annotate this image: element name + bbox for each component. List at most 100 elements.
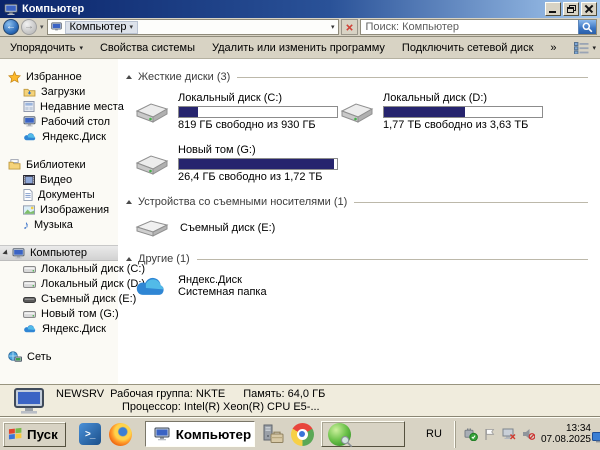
address-dropdown-icon[interactable]: ▾ [331, 23, 335, 31]
location-computer-icon [50, 22, 62, 32]
map-network-drive-button[interactable]: Подключить сетевой диск [402, 42, 533, 54]
search-box[interactable]: Поиск: Компьютер [359, 19, 597, 35]
recent-places-icon [23, 101, 35, 112]
firefox-icon[interactable] [108, 422, 132, 446]
drive-c-tile[interactable]: Локальный диск (C:) 819 ГБ свободно из 9… [134, 92, 339, 132]
back-button[interactable]: ← [3, 19, 19, 35]
sidebar-item-yandex-disk-2[interactable]: Яндекс.Диск [0, 321, 118, 336]
sidebar-item-network[interactable]: Сеть [0, 349, 118, 364]
drive-e-tile[interactable]: Съемный диск (E:) [134, 217, 588, 239]
safely-remove-hardware-icon[interactable] [464, 428, 478, 441]
downloads-folder-icon [23, 87, 36, 97]
drive-name: Съемный диск (E:) [180, 222, 276, 234]
sidebar-item-label: Яндекс.Диск [42, 322, 106, 335]
hard-drive-icon [134, 152, 170, 176]
clock[interactable]: 13:34 07.08.2025 [541, 423, 591, 445]
search-input[interactable]: Поиск: Компьютер [366, 21, 460, 33]
cloud-icon [23, 132, 37, 142]
organize-label: Упорядочить [10, 41, 76, 54]
drive-d-tile[interactable]: Локальный диск (D:) 1,77 ТБ свободно из … [339, 92, 588, 132]
sidebar-item-downloads[interactable]: Загрузки [0, 84, 118, 99]
windows-flag-icon [8, 427, 23, 441]
sidebar-item-disk-g[interactable]: Новый том (G:) [0, 306, 119, 321]
drive-free-space: 26,4 ГБ свободно из 1,72 ТБ [178, 171, 323, 183]
toolbar-overflow-button[interactable]: » [550, 42, 556, 54]
section-title: Жесткие диски (3) [138, 71, 231, 83]
sidebar-item-disk-d[interactable]: Локальный диск (D:) [0, 276, 145, 291]
forward-button[interactable]: → [21, 19, 37, 35]
system-properties-button[interactable]: Свойства системы [100, 42, 195, 54]
chrome-icon[interactable] [290, 422, 314, 446]
computer-icon [12, 387, 46, 415]
sidebar-item-disk-e[interactable]: Съемный диск (E:) [0, 291, 136, 306]
sidebar-item-label: Рабочий стол [41, 115, 111, 128]
breadcrumb-dropdown-icon: ▾ [129, 24, 133, 31]
section-title: Другие (1) [138, 253, 190, 265]
sidebar-item-recent-places[interactable]: Недавние места [0, 99, 124, 114]
breadcrumb-computer[interactable]: Компьютер ▾ [64, 20, 138, 34]
drive-g-tile[interactable]: Новый том (G:) 26,4 ГБ свободно из 1,72 … [134, 144, 339, 184]
section-title: Устройства со съемными носителями (1) [138, 196, 348, 208]
items-view: Жесткие диски (3) Локальный диск (C:) 81… [118, 59, 600, 384]
green-search-tool-icon [327, 422, 353, 447]
expander-icon[interactable] [2, 249, 10, 257]
search-button[interactable] [578, 20, 596, 34]
stop-refresh-button[interactable] [340, 19, 358, 35]
server-manager-icon[interactable] [262, 424, 284, 444]
sidebar-item-music[interactable]: ♪ Музыка [0, 217, 118, 232]
yandex-disk-tile[interactable]: Яндекс.Диск Системная папка [134, 274, 588, 299]
capacity-bar-fill [179, 159, 334, 169]
language-indicator[interactable]: RU [420, 428, 448, 440]
sidebar-item-pictures[interactable]: Изображения [0, 202, 118, 217]
collapse-arrow-icon [126, 257, 132, 261]
sidebar-item-favorites[interactable]: Избранное [0, 69, 118, 84]
nav-history-dropdown-icon[interactable]: ▾ [39, 23, 45, 31]
section-header-other[interactable]: Другие (1) [126, 253, 588, 265]
window-title: Компьютер [22, 3, 85, 15]
views-button[interactable]: ▾ [573, 41, 597, 54]
minimize-button[interactable] [545, 2, 561, 16]
star-icon [8, 70, 21, 83]
system-tray: 13:34 07.08.2025 [454, 420, 597, 448]
task-button-computer[interactable]: Компьютер [144, 421, 255, 447]
sidebar-item-computer[interactable]: Компьютер [0, 245, 118, 261]
film-icon [23, 174, 35, 185]
section-header-removable[interactable]: Устройства со съемными носителями (1) [126, 196, 588, 208]
green-search-tool-button[interactable] [320, 421, 405, 447]
uninstall-program-button[interactable]: Удалить или изменить программу [212, 42, 385, 54]
drive-icon [23, 264, 36, 273]
title-bar[interactable]: Компьютер [0, 0, 600, 18]
drive-free-space: 819 ГБ свободно из 930 ГБ [178, 119, 316, 131]
close-button[interactable] [581, 2, 597, 16]
tray-monitor-icon[interactable] [592, 432, 600, 443]
organize-button[interactable]: Упорядочить ▾ [10, 42, 83, 54]
sidebar-item-label: Избранное [26, 70, 82, 83]
breadcrumb-label: Компьютер [69, 21, 127, 33]
document-icon [23, 188, 33, 201]
sidebar-item-desktop[interactable]: Рабочий стол [0, 114, 118, 129]
views-dropdown-icon: ▾ [592, 44, 597, 52]
address-bar[interactable]: Компьютер ▾ ▾ [46, 19, 339, 35]
action-center-flag-icon[interactable] [484, 428, 496, 441]
hard-drive-icon [134, 100, 170, 124]
capacity-bar [383, 106, 543, 118]
sidebar-item-videos[interactable]: Видео [0, 172, 118, 187]
network-disconnected-icon[interactable] [502, 428, 516, 440]
organize-dropdown-icon: ▾ [79, 44, 83, 52]
network-icon [8, 350, 22, 363]
sidebar-item-yandex-disk[interactable]: Яндекс.Диск [0, 129, 118, 144]
views-icon [573, 41, 589, 54]
sidebar-item-documents[interactable]: Документы [0, 187, 118, 202]
restore-button[interactable] [563, 2, 579, 16]
volume-muted-icon[interactable] [522, 428, 535, 440]
section-header-hard-disks[interactable]: Жесткие диски (3) [126, 71, 588, 83]
powershell-icon[interactable]: >_ [78, 423, 101, 445]
navigation-bar: ← → ▾ Компьютер ▾ ▾ Поиск: Компьютер [0, 18, 600, 37]
capacity-bar [178, 158, 338, 170]
drive-icon [23, 279, 36, 288]
back-icon: ← [6, 21, 16, 32]
sidebar-item-libraries[interactable]: Библиотеки [0, 157, 118, 172]
capacity-bar [178, 106, 338, 118]
start-button[interactable]: Пуск [3, 421, 66, 447]
sidebar-item-disk-c[interactable]: Локальный диск (C:) [0, 261, 145, 276]
